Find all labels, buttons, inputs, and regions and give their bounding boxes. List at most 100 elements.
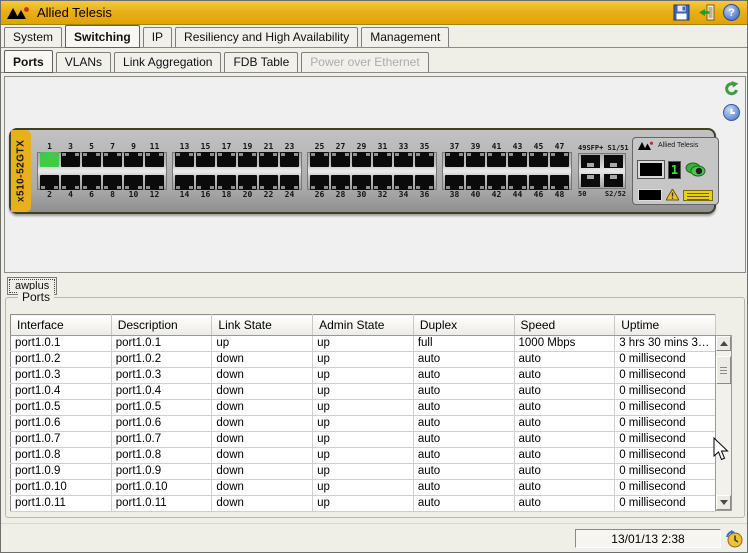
port-3[interactable] [61,152,80,167]
port-27[interactable] [331,152,350,167]
col-admin-state[interactable]: Admin State [312,314,414,336]
port-40[interactable] [466,175,485,190]
cell-duplex: auto [413,351,515,368]
port-39[interactable] [466,152,485,167]
statusbar-clock-button[interactable] [724,529,743,548]
port-16[interactable] [196,175,215,190]
table-row[interactable]: port1.0.1 port1.0.1 up up full 1000 Mbps 3 hrs… [10,335,716,352]
port-17[interactable] [217,152,236,167]
door-exit-icon [699,4,715,21]
timer-button[interactable] [721,102,742,123]
port-22[interactable] [259,175,278,190]
port-7[interactable] [103,152,122,167]
port-36[interactable] [415,175,434,190]
port-4[interactable] [61,175,80,190]
port-number-label: 8 [110,190,115,199]
port-45[interactable] [529,152,548,167]
sfp-slot-s2-52[interactable] [604,174,623,187]
cell-interface: port1.0.9 [10,463,112,480]
col-uptime[interactable]: Uptime [614,314,716,336]
table-scrollbar[interactable] [715,335,732,511]
port-18[interactable] [217,175,236,190]
table-row[interactable]: port1.0.6 port1.0.6 down up auto auto 0 millis… [10,415,716,432]
col-interface[interactable]: Interface [10,314,112,336]
port-44[interactable] [508,175,527,190]
tab-switching[interactable]: Switching [65,25,140,48]
subtab-vlans[interactable]: VLANs [55,52,112,72]
tab-resiliency-and-high-availability[interactable]: Resiliency and High Availability [175,27,359,47]
subtab-fdb-table[interactable]: FDB Table [224,52,299,72]
table-row[interactable]: port1.0.4 port1.0.4 down up auto auto 0 millis… [10,383,716,400]
scroll-up-button[interactable] [716,336,731,351]
port-number-label: 46 [533,190,544,199]
port-2[interactable] [40,175,59,190]
port-11[interactable] [145,152,164,167]
port-37[interactable] [445,152,464,167]
subtab-link-aggregation[interactable]: Link Aggregation [114,52,222,72]
sfp-slot-s1-51[interactable] [604,155,623,168]
port-46[interactable] [529,175,548,190]
cell-description: port1.0.4 [111,383,213,400]
port-group: 37 38 39 40 41 42 43 44 45 46 47 48 [442,142,572,200]
port-32[interactable] [373,175,392,190]
table-row[interactable]: port1.0.3 port1.0.3 down up auto auto 0 millis… [10,367,716,384]
port-9[interactable] [124,152,143,167]
port-12[interactable] [145,175,164,190]
port-26[interactable] [310,175,329,190]
port-35[interactable] [415,152,434,167]
port-21[interactable] [259,152,278,167]
port-28[interactable] [331,175,350,190]
scroll-thumb[interactable] [716,356,731,384]
table-row[interactable]: port1.0.5 port1.0.5 down up auto auto 0 millis… [10,399,716,416]
table-row[interactable]: port1.0.9 port1.0.9 down up auto auto 0 millis… [10,463,716,480]
port-24[interactable] [280,175,299,190]
port-20[interactable] [238,175,257,190]
port-33[interactable] [394,152,413,167]
port-34[interactable] [394,175,413,190]
scroll-down-button[interactable] [716,495,731,510]
port-29[interactable] [352,152,371,167]
col-description[interactable]: Description [111,314,213,336]
cell-admin-state: up [312,335,414,352]
help-button[interactable]: ? [722,3,741,22]
tab-management[interactable]: Management [361,27,450,47]
port-8[interactable] [103,175,122,190]
refresh-button[interactable] [720,78,741,99]
port-5[interactable] [82,152,101,167]
table-row[interactable]: port1.0.7 port1.0.7 down up auto auto 0 millis… [10,431,716,448]
subtab-ports[interactable]: Ports [4,50,53,73]
sfp-slot-50[interactable] [581,174,600,187]
table-row[interactable]: port1.0.8 port1.0.8 down up auto auto 0 millis… [10,447,716,464]
cell-interface: port1.0.8 [10,447,112,464]
port-38[interactable] [445,175,464,190]
port-25[interactable] [310,152,329,167]
port-19[interactable] [238,152,257,167]
port-43[interactable] [508,152,527,167]
port-6[interactable] [82,175,101,190]
table-row[interactable]: port1.0.11 port1.0.11 down up auto auto 0 mill… [10,495,716,512]
port-1[interactable] [40,152,59,167]
port-42[interactable] [487,175,506,190]
col-duplex[interactable]: Duplex [413,314,515,336]
port-10[interactable] [124,175,143,190]
table-row[interactable]: port1.0.10 port1.0.10 down up auto auto 0 mill… [10,479,716,496]
port-30[interactable] [352,175,371,190]
save-button[interactable] [672,3,691,22]
tab-system[interactable]: System [4,27,63,47]
tab-ip[interactable]: IP [142,27,173,47]
port-14[interactable] [175,175,194,190]
port-47[interactable] [550,152,569,167]
logout-button[interactable] [697,3,716,22]
port-31[interactable] [373,152,392,167]
port-41[interactable] [487,152,506,167]
sfp-slot-49[interactable] [581,155,600,168]
table-row[interactable]: port1.0.2 port1.0.2 down up auto auto 0 millis… [10,351,716,368]
floppy-disk-icon [673,4,690,21]
port-48[interactable] [550,175,569,190]
col-link-state[interactable]: Link State [211,314,314,336]
port-15[interactable] [196,152,215,167]
port-23[interactable] [280,152,299,167]
col-speed[interactable]: Speed [514,314,616,336]
port-13[interactable] [175,152,194,167]
port-number-label: 34 [398,190,409,199]
